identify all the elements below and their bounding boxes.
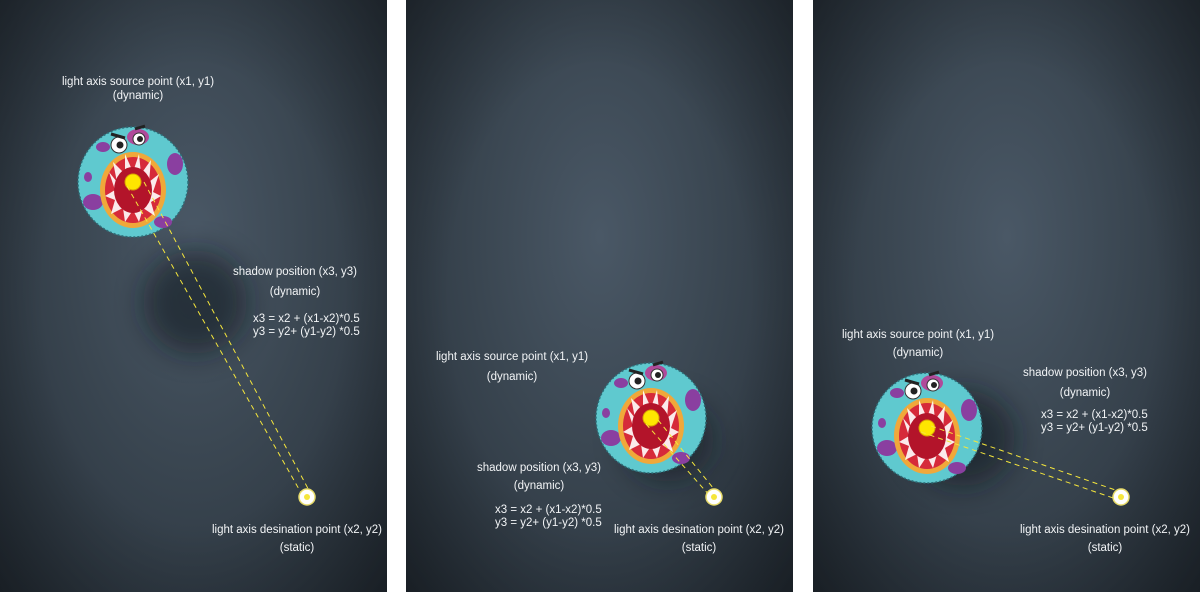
monster-icon — [594, 360, 708, 475]
source-label: light axis source point (x1, y1) (dynamic… — [435, 351, 589, 383]
shadow-label: shadow position (x3, y3) (dynamic) — [232, 266, 358, 298]
panel-3-graphics — [870, 370, 1130, 506]
shadow-formula: x3 = x2 + (x1-x2)*0.5 y3 = y2+ (y1-y2) *0… — [495, 504, 602, 529]
destination-label: light axis desination point (x2, y2) (sta… — [211, 524, 383, 554]
shadow-label: shadow position (x3, y3) (dynamic) — [476, 462, 602, 492]
panel-2: light axis source point (x1, y1) (dynamic… — [406, 0, 793, 592]
source-label: light axis source point (x1, y1) (dynamic… — [61, 76, 215, 102]
monster-icon — [870, 370, 984, 485]
shadow-blob — [143, 250, 247, 354]
panel-1: light axis source point (x1, y1) (dynamic… — [0, 0, 387, 592]
shadow-formula: x3 = x2 + (x1-x2)*0.5 y3 = y2+ (y1-y2) *0… — [253, 313, 360, 338]
monster-icon — [76, 124, 190, 239]
destination-label: light axis desination point (x2, y2) (sta… — [1019, 524, 1191, 554]
shadow-label: shadow position (x3, y3) (dynamic) — [1022, 367, 1148, 399]
source-label: light axis source point (x1, y1) (dynamic… — [841, 329, 995, 359]
destination-label: light axis desination point (x2, y2) (sta… — [613, 524, 785, 554]
panel-3: light axis source point (x1, y1) (dynamic… — [813, 0, 1200, 592]
shadow-formula: x3 = x2 + (x1-x2)*0.5 y3 = y2+ (y1-y2) *0… — [1041, 409, 1148, 434]
